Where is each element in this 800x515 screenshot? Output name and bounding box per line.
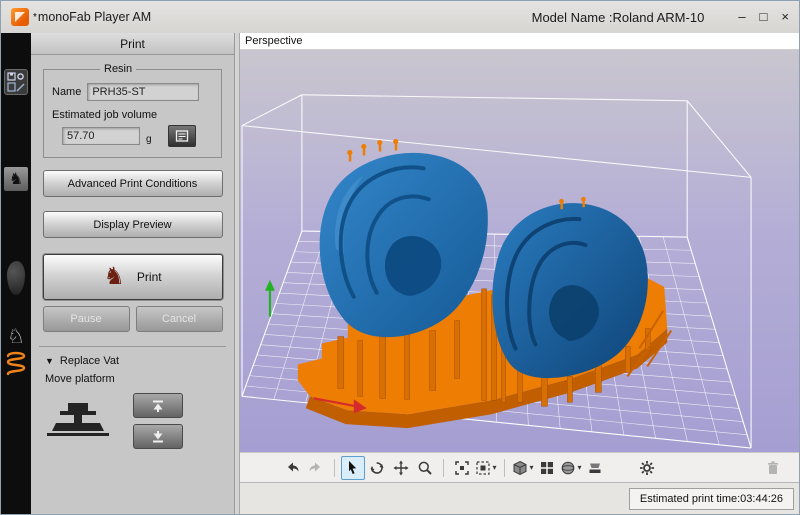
- sidebar-item-print-job[interactable]: ♘: [7, 327, 25, 347]
- minimize-button[interactable]: –: [738, 10, 745, 24]
- undo-button[interactable]: [280, 456, 304, 480]
- recalculate-volume-button[interactable]: [167, 125, 196, 147]
- resin-group: Resin Name Estimated job volume g: [43, 63, 222, 158]
- platform-down-button[interactable]: [133, 424, 183, 449]
- select-tool-button[interactable]: [341, 455, 365, 480]
- pause-button[interactable]: Pause: [42, 306, 130, 332]
- close-button[interactable]: ×: [781, 10, 789, 24]
- display-preview-button[interactable]: Display Preview: [42, 211, 223, 238]
- app-window: * monoFab Player AM Model Name :Roland A…: [0, 0, 800, 515]
- dropdown-arrow-icon: ▾: [577, 463, 582, 472]
- toolbar-separator: [504, 458, 505, 477]
- orbit-icon: [370, 461, 384, 474]
- collapse-arrow-icon: ▼: [45, 356, 54, 366]
- redo-icon: [309, 462, 320, 471]
- settings-button[interactable]: [635, 456, 659, 480]
- redo-button[interactable]: [304, 456, 328, 480]
- platform-up-button[interactable]: [133, 393, 183, 418]
- delete-button[interactable]: [761, 456, 785, 480]
- resin-group-legend: Resin: [104, 63, 133, 75]
- replace-vat-toggle[interactable]: ▼ Replace Vat: [45, 355, 234, 367]
- calculator-icon: [175, 130, 188, 142]
- resin-name-field[interactable]: [87, 83, 200, 101]
- quad-view-button[interactable]: [535, 456, 559, 480]
- pan-icon: [393, 460, 409, 475]
- zoom-fit-button[interactable]: [450, 456, 474, 480]
- cancel-button[interactable]: Cancel: [135, 306, 223, 332]
- white-knight-icon: ♘: [7, 326, 25, 348]
- mode-sidebar: ♞ ♘: [1, 33, 31, 514]
- 3d-scene: [240, 50, 799, 452]
- sidebar-item-support[interactable]: [4, 349, 28, 382]
- viewport-toolbar: ▾ ▾ ▾: [240, 452, 799, 482]
- gear-icon: [640, 460, 654, 475]
- platform-down-icon: [153, 430, 163, 442]
- estimated-print-time: Estimated print time:03:44:26: [628, 487, 794, 510]
- sidebar-item-model[interactable]: [7, 261, 25, 295]
- dropdown-arrow-icon: ▾: [492, 463, 497, 472]
- toolbar-separator: [443, 458, 444, 477]
- placement-knight-icon: ♞: [8, 171, 24, 188]
- undo-icon: [288, 462, 299, 471]
- orbit-tool-button[interactable]: [365, 456, 389, 480]
- view-mode-label: Perspective: [240, 33, 799, 50]
- job-volume-field[interactable]: [62, 127, 140, 145]
- print-panel-title: Print: [31, 33, 234, 55]
- zoom-tool-button[interactable]: [413, 456, 437, 480]
- view-cube-button[interactable]: ▾: [511, 456, 535, 480]
- 3d-viewport[interactable]: [240, 50, 799, 452]
- print-button-label: Print: [136, 270, 162, 284]
- replace-vat-label: Replace Vat: [59, 355, 120, 367]
- platform-icon: [47, 403, 109, 436]
- panel-divider: [39, 346, 226, 347]
- zoom-region-button[interactable]: ▾: [474, 456, 498, 480]
- print-knight-icon: ♞: [103, 263, 125, 290]
- support-coil-icon: [6, 351, 26, 376]
- vat-view-button[interactable]: [583, 456, 607, 480]
- sidebar-item-file-tools[interactable]: [4, 69, 28, 95]
- print-panel: Print Resin Name Estimated job volume g: [31, 33, 235, 514]
- platform-up-icon: [153, 400, 163, 412]
- model-name-label: Model Name :Roland ARM-10: [531, 9, 705, 25]
- trash-icon: [768, 460, 778, 474]
- file-tools-icon: [7, 72, 25, 92]
- dropdown-arrow-icon: ▾: [529, 463, 534, 472]
- maximize-button[interactable]: □: [760, 10, 768, 24]
- status-bar: Estimated print time:03:44:26: [240, 482, 799, 514]
- titlebar: * monoFab Player AM Model Name :Roland A…: [1, 1, 799, 33]
- job-volume-unit: g: [146, 133, 152, 145]
- toolbar-separator: [334, 458, 335, 477]
- cursor-icon: [349, 460, 357, 474]
- fit-frame-icon: [455, 460, 469, 475]
- quad-grid-icon: [541, 461, 553, 474]
- region-select-icon: [476, 460, 491, 475]
- print-button[interactable]: ♞ Print: [42, 254, 223, 300]
- unsaved-indicator: *: [33, 11, 37, 23]
- viewport-column: Perspective ▾ ▾ ▾ Estimated print time:0…: [240, 33, 799, 514]
- pan-tool-button[interactable]: [389, 456, 413, 480]
- move-platform-label: Move platform: [45, 373, 115, 385]
- advanced-print-conditions-button[interactable]: Advanced Print Conditions: [42, 170, 223, 197]
- sidebar-item-placement[interactable]: ♞: [4, 167, 28, 191]
- magnifier-icon: [418, 461, 432, 475]
- app-title: monoFab Player AM: [37, 10, 152, 24]
- job-volume-label: Estimated job volume: [52, 109, 158, 121]
- display-mode-button[interactable]: ▾: [559, 456, 583, 480]
- cube-icon: [513, 460, 527, 475]
- sphere-icon: [562, 461, 575, 474]
- app-logo-icon: [11, 8, 29, 26]
- resin-name-label: Name: [52, 86, 82, 98]
- vat-icon: [589, 463, 601, 473]
